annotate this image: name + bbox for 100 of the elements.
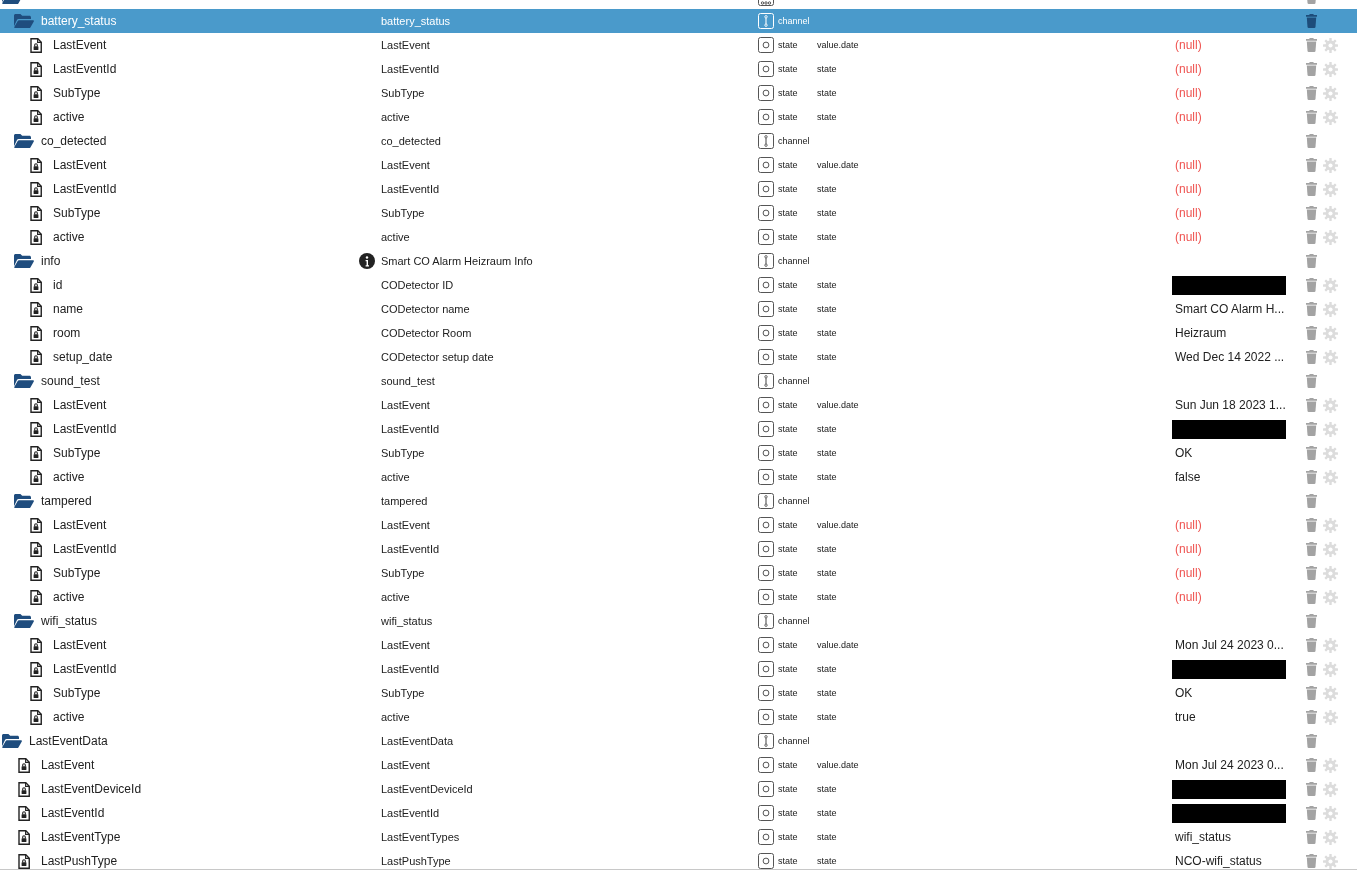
delete-icon[interactable]: [1306, 806, 1317, 820]
delete-icon[interactable]: [1306, 86, 1317, 100]
delete-icon[interactable]: [1306, 590, 1317, 604]
delete-icon[interactable]: [1306, 638, 1317, 652]
tree-row[interactable]: LastEventId LastEventId state state (null): [0, 177, 1357, 201]
settings-icon[interactable]: [1323, 445, 1338, 461]
settings-icon[interactable]: [1323, 685, 1338, 701]
delete-icon[interactable]: [1306, 326, 1317, 340]
tree-row[interactable]: LastEventId LastEventId state state: [0, 417, 1357, 441]
delete-icon[interactable]: [1306, 350, 1317, 364]
settings-icon[interactable]: [1323, 85, 1338, 101]
tree-row[interactable]: LastEventDeviceId LastEventDeviceId state state: [0, 777, 1357, 801]
tree-row[interactable]: LastEventData LastEventData channel: [0, 729, 1357, 753]
tree-row[interactable]: setup_date CODetector setup date state state Wed Dec 14 2022 ...: [0, 345, 1357, 369]
open-folder-icon[interactable]: [14, 614, 34, 628]
tree-row[interactable]: LastEvent LastEvent state value.date (null): [0, 153, 1357, 177]
settings-icon[interactable]: [1323, 277, 1338, 293]
settings-icon[interactable]: [1323, 469, 1338, 485]
delete-icon[interactable]: [1306, 758, 1317, 772]
delete-icon[interactable]: [1306, 0, 1317, 4]
tree-row[interactable]: name CODetector name state state Smart CO Alarm H...: [0, 297, 1357, 321]
tree-row[interactable]: LastEventId LastEventId state state: [0, 801, 1357, 825]
delete-icon[interactable]: [1306, 110, 1317, 124]
delete-icon[interactable]: [1306, 206, 1317, 220]
delete-icon[interactable]: [1306, 374, 1317, 388]
tree-row[interactable]: room CODetector Room state state Heizraum: [0, 321, 1357, 345]
tree-row[interactable]: LastEvent LastEvent state value.date Mon Jul 24 2023 0...: [0, 633, 1357, 657]
tree-row[interactable]: LastEventId LastEventId state state (null): [0, 537, 1357, 561]
tree-row[interactable]: active active state state (null): [0, 225, 1357, 249]
open-folder-icon[interactable]: [2, 0, 22, 4]
settings-icon[interactable]: [1323, 205, 1338, 221]
settings-icon[interactable]: [1323, 61, 1338, 77]
delete-icon[interactable]: [1306, 254, 1317, 268]
tree-row[interactable]: active active state state (null): [0, 105, 1357, 129]
delete-icon[interactable]: [1306, 710, 1317, 724]
tree-row[interactable]: LastPushType LastPushType state state NCO-wifi_status: [0, 849, 1357, 869]
tree-row[interactable]: info Smart CO Alarm Heizraum Info channel: [0, 249, 1357, 273]
settings-icon[interactable]: [1323, 37, 1338, 53]
settings-icon[interactable]: [1323, 565, 1338, 581]
tree-row[interactable]: id CODetector ID state state: [0, 273, 1357, 297]
tree-row[interactable]: SubType SubType state state (null): [0, 201, 1357, 225]
tree-row[interactable]: SubType SubType state state (null): [0, 81, 1357, 105]
delete-icon[interactable]: [1306, 470, 1317, 484]
settings-icon[interactable]: [1323, 325, 1338, 341]
delete-icon[interactable]: [1306, 566, 1317, 580]
delete-icon[interactable]: [1306, 734, 1317, 748]
open-folder-icon[interactable]: [14, 134, 34, 148]
settings-icon[interactable]: [1323, 229, 1338, 245]
tree-row[interactable]: SubType SubType state state OK: [0, 441, 1357, 465]
settings-icon[interactable]: [1323, 853, 1338, 869]
settings-icon[interactable]: [1323, 541, 1338, 557]
tree-row[interactable]: LastEvent LastEvent state value.date (null): [0, 513, 1357, 537]
tree-row[interactable]: wifi_status wifi_status channel: [0, 609, 1357, 633]
settings-icon[interactable]: [1323, 181, 1338, 197]
open-folder-icon[interactable]: [14, 494, 34, 508]
delete-icon[interactable]: [1306, 278, 1317, 292]
settings-icon[interactable]: [1323, 421, 1338, 437]
tree-row[interactable]: sound_test sound_test channel: [0, 369, 1357, 393]
delete-icon[interactable]: [1306, 830, 1317, 844]
settings-icon[interactable]: [1323, 637, 1338, 653]
settings-icon[interactable]: [1323, 589, 1338, 605]
delete-icon[interactable]: [1306, 782, 1317, 796]
settings-icon[interactable]: [1323, 157, 1338, 173]
tree-row[interactable]: SubType SubType state state (null): [0, 561, 1357, 585]
settings-icon[interactable]: [1323, 109, 1338, 125]
delete-icon[interactable]: [1306, 14, 1317, 28]
delete-icon[interactable]: [1306, 494, 1317, 508]
delete-icon[interactable]: [1306, 62, 1317, 76]
settings-icon[interactable]: [1323, 301, 1338, 317]
settings-icon[interactable]: [1323, 805, 1338, 821]
info-icon[interactable]: [359, 253, 375, 269]
delete-icon[interactable]: [1306, 302, 1317, 316]
delete-icon[interactable]: [1306, 446, 1317, 460]
delete-icon[interactable]: [1306, 518, 1317, 532]
tree-row[interactable]: LastEventId LastEventId state state: [0, 657, 1357, 681]
settings-icon[interactable]: [1323, 397, 1338, 413]
delete-icon[interactable]: [1306, 422, 1317, 436]
delete-icon[interactable]: [1306, 230, 1317, 244]
tree-row[interactable]: LastEvent LastEvent state value.date (null): [0, 33, 1357, 57]
tree-row[interactable]: LastEventType LastEventTypes state state wifi_status: [0, 825, 1357, 849]
settings-icon[interactable]: [1323, 829, 1338, 845]
tree-row[interactable]: SubType SubType state state OK: [0, 681, 1357, 705]
tree-row[interactable]: co_detected co_detected channel: [0, 129, 1357, 153]
delete-icon[interactable]: [1306, 686, 1317, 700]
settings-icon[interactable]: [1323, 781, 1338, 797]
settings-icon[interactable]: [1323, 517, 1338, 533]
open-folder-icon[interactable]: [14, 254, 34, 268]
delete-icon[interactable]: [1306, 542, 1317, 556]
delete-icon[interactable]: [1306, 662, 1317, 676]
tree-row[interactable]: active active state state (null): [0, 585, 1357, 609]
delete-icon[interactable]: [1306, 614, 1317, 628]
tree-row[interactable]: active active state state false: [0, 465, 1357, 489]
tree-row[interactable]: active active state state true: [0, 705, 1357, 729]
settings-icon[interactable]: [1323, 757, 1338, 773]
open-folder-icon[interactable]: [14, 374, 34, 388]
tree-row[interactable]: LastEvent LastEvent state value.date Sun Jun 18 2023 1...: [0, 393, 1357, 417]
delete-icon[interactable]: [1306, 854, 1317, 868]
settings-icon[interactable]: [1323, 661, 1338, 677]
settings-icon[interactable]: [1323, 349, 1338, 365]
delete-icon[interactable]: [1306, 158, 1317, 172]
